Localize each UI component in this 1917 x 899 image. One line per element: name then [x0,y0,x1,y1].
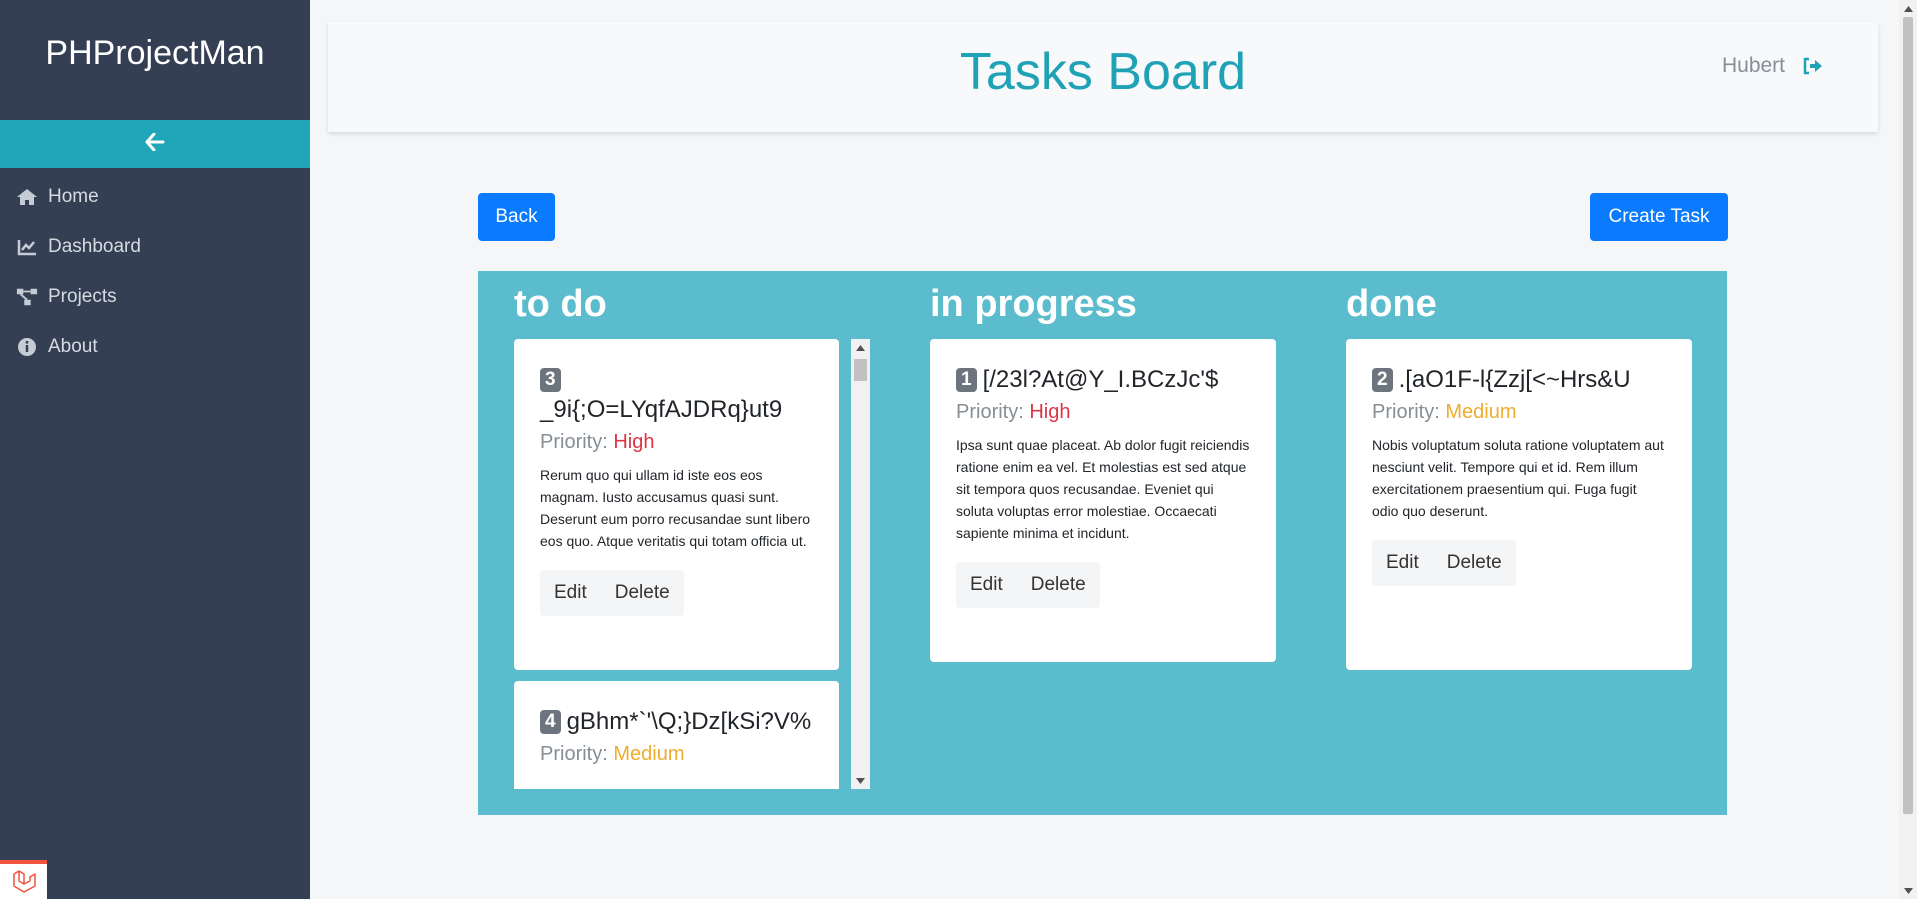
sign-out-icon[interactable] [1803,57,1823,75]
task-card: 4 gBhm*`'\Q;}Dz[kSi?V% Priority: Medium [514,681,839,789]
task-actions: Edit Delete [1372,540,1666,586]
page-header: Tasks Board Hubert [328,22,1878,132]
task-id-badge: 4 [540,710,561,734]
scrollbar-thumb[interactable] [854,359,867,381]
task-id-badge: 2 [1372,368,1393,392]
sidebar-collapse-button[interactable] [0,120,310,168]
create-task-button[interactable]: Create Task [1590,193,1728,241]
task-priority: Priority: Medium [540,743,813,766]
task-card: 3 _9i{;O=LYqfAJDRq}ut9 Priority: High Re… [514,339,839,670]
edit-task-button[interactable]: Edit [540,570,601,616]
task-title: 3 _9i{;O=LYqfAJDRq}ut9 [540,365,813,425]
task-title-text: gBhm*`'\Q;}Dz[kSi?V% [566,708,812,735]
task-card: 2 .[aO1F-l{Zzj[<~Hrs&U Priority: Medium N… [1346,339,1692,670]
task-actions: Edit Delete [956,562,1250,608]
info-circle-icon [16,336,38,358]
sidebar-item-label: Dashboard [48,236,141,257]
sidebar-item-label: Home [48,186,99,207]
brand-logo[interactable]: PHProjectMan [0,0,310,120]
arrow-left-icon [145,132,165,155]
sidebar-item-label: Projects [48,286,117,307]
task-title-text: [/23l?At@Y_I.BCzJc'$ [982,366,1219,393]
delete-task-button[interactable]: Delete [1432,540,1516,586]
task-priority: Priority: High [956,401,1250,424]
chart-line-icon [16,236,38,258]
sidebar-item-about[interactable]: About [0,322,310,372]
column-scrollbar[interactable] [851,339,870,789]
home-icon [16,186,38,208]
delete-task-button[interactable]: Delete [600,570,684,616]
scroll-up-icon[interactable] [851,339,870,356]
column-in-progress: 1 [/23l?At@Y_I.BCzJc'$ Priority: High Ips… [930,339,1276,789]
priority-label: Priority: [956,401,1024,423]
column-todo[interactable]: 3 _9i{;O=LYqfAJDRq}ut9 Priority: High Re… [514,339,850,789]
page-title: Tasks Board [959,43,1247,101]
priority-label: Priority: [1372,401,1440,423]
task-priority: Priority: Medium [1372,401,1666,424]
task-description: Ipsa sunt quae placeat. Ab dolor fugit r… [956,437,1250,541]
tasks-board: to do 3 _9i{;O=LYqfAJDRq}ut9 Priority: H… [478,271,1727,815]
sidebar-item-dashboard[interactable]: Dashboard [0,222,310,272]
sidebar-item-label: About [48,336,98,357]
user-name[interactable]: Hubert [1722,54,1785,78]
user-menu: Hubert [1722,54,1823,78]
task-description: Nobis voluptatum soluta ratione voluptat… [1372,437,1664,519]
column-title-todo: to do [514,283,607,325]
priority-label: Priority: [540,743,608,765]
edit-task-button[interactable]: Edit [1372,540,1433,586]
task-card: 1 [/23l?At@Y_I.BCzJc'$ Priority: High Ips… [930,339,1276,662]
laravel-debug-icon[interactable] [0,860,47,899]
task-id-badge: 1 [956,368,977,392]
sidebar-item-home[interactable]: Home [0,172,310,222]
page-scrollbar[interactable] [1899,0,1917,899]
scroll-down-icon[interactable] [851,772,870,789]
delete-task-button[interactable]: Delete [1016,562,1100,608]
column-title-done: done [1346,283,1437,325]
priority-value: High [1029,401,1071,423]
task-id-badge: 3 [540,368,561,392]
task-title: 4 gBhm*`'\Q;}Dz[kSi?V% [540,707,813,737]
task-description: Rerum quo qui ullam id iste eos eos magn… [540,467,811,549]
sidebar-nav: Home Dashboard Projects About [0,168,310,372]
scroll-up-icon[interactable] [1899,0,1917,17]
priority-value: Medium [1445,401,1517,423]
edit-task-button[interactable]: Edit [956,562,1017,608]
project-diagram-icon [16,286,38,308]
task-title-text: .[aO1F-l{Zzj[<~Hrs&U [1398,366,1631,393]
column-done: 2 .[aO1F-l{Zzj[<~Hrs&U Priority: Medium N… [1346,339,1692,789]
sidebar-item-projects[interactable]: Projects [0,272,310,322]
priority-value: High [613,431,655,453]
sidebar: PHProjectMan Home Dashboard Projects Abo… [0,0,310,899]
scroll-down-icon[interactable] [1899,882,1917,899]
task-title: 1 [/23l?At@Y_I.BCzJc'$ [956,365,1250,395]
column-title-in-progress: in progress [930,283,1137,325]
task-priority: Priority: High [540,431,813,454]
priority-label: Priority: [540,431,608,453]
task-title: 2 .[aO1F-l{Zzj[<~Hrs&U [1372,365,1666,395]
scrollbar-thumb[interactable] [1903,17,1913,814]
back-button[interactable]: Back [478,193,555,241]
task-actions: Edit Delete [540,570,813,616]
task-title-text: _9i{;O=LYqfAJDRq}ut9 [540,396,783,423]
priority-value: Medium [613,743,685,765]
